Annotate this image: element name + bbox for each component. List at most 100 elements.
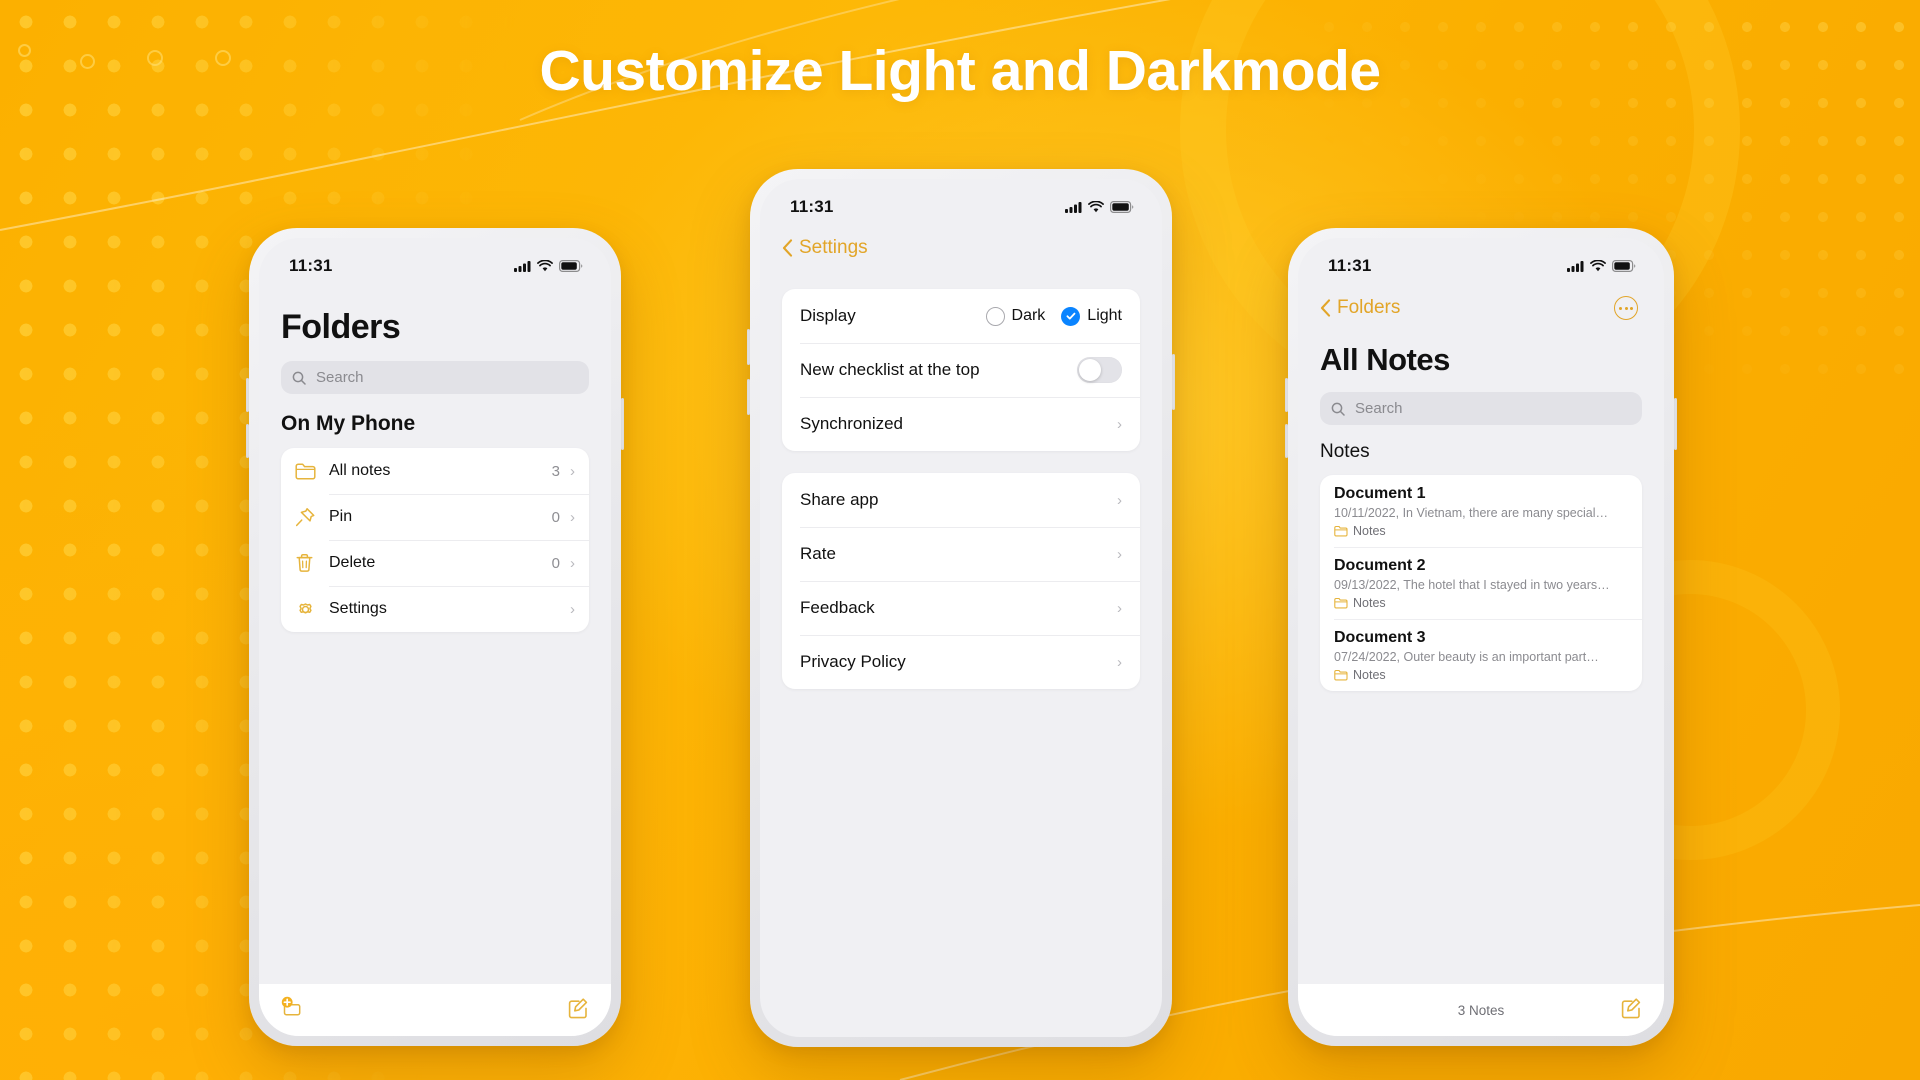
power-button[interactable] (621, 398, 624, 450)
list-item-count: 3 (551, 462, 560, 480)
settings-group-general: Share app › Rate › Feedback › Privacy Po… (782, 473, 1140, 689)
settings-row-label: Privacy Policy (800, 652, 906, 671)
signal-bars-icon (514, 261, 531, 272)
list-item-delete[interactable]: Delete 0 › (281, 540, 589, 586)
radio-option-light[interactable]: Light (1061, 306, 1122, 326)
settings-row-display[interactable]: Display Dark Light (782, 289, 1140, 343)
folder-icon (1334, 525, 1348, 537)
compose-icon[interactable] (565, 995, 591, 1026)
add-folder-icon[interactable] (279, 995, 305, 1026)
settings-row-rate[interactable]: Rate › (782, 527, 1140, 581)
note-title: Document 3 (1334, 629, 1426, 646)
settings-row-synchronized[interactable]: Synchronized › (782, 397, 1140, 451)
search-placeholder: Search (1355, 400, 1403, 417)
settings-row-privacy-policy[interactable]: Privacy Policy › (782, 635, 1140, 689)
bottom-toolbar (259, 984, 611, 1036)
status-time: 11:31 (1328, 256, 1372, 275)
list-item-pin[interactable]: Pin 0 › (281, 494, 589, 540)
chevron-left-icon (1320, 299, 1331, 317)
settings-row-share-app[interactable]: Share app › (782, 473, 1140, 527)
note-title: Document 1 (1334, 485, 1426, 502)
chevron-right-icon: › (1117, 491, 1122, 509)
signal-bars-icon (1567, 261, 1584, 272)
navigation-bar: Folders (1298, 280, 1664, 320)
more-options-icon[interactable] (1614, 296, 1638, 320)
chevron-right-icon: › (570, 508, 575, 526)
status-bar: 11:31 (1298, 238, 1664, 280)
phone-screen-folders: 11:31 Folders Search On My Phone All not… (259, 238, 611, 1036)
status-icons (1567, 260, 1636, 272)
status-time: 11:31 (790, 197, 834, 216)
back-label: Settings (799, 237, 868, 258)
wifi-icon (537, 260, 553, 272)
folders-list: All notes 3 › Pin 0 › Delete 0 › Setting… (281, 448, 589, 632)
check-icon (1066, 312, 1076, 320)
back-button-settings[interactable]: Settings (782, 237, 868, 259)
battery-icon (559, 260, 583, 272)
power-button[interactable] (1674, 398, 1677, 450)
note-folder: Notes (1334, 596, 1628, 610)
list-item-count: 0 (551, 508, 560, 526)
list-item-label: Settings (329, 600, 387, 617)
back-button-folders[interactable]: Folders (1320, 297, 1400, 319)
note-subtitle: 09/13/2022, The hotel that I stayed in t… (1334, 578, 1610, 592)
search-input[interactable]: Search (281, 361, 589, 394)
volume-down-button[interactable] (246, 424, 249, 458)
radio-option-dark[interactable]: Dark (985, 306, 1046, 326)
status-time: 11:31 (289, 256, 333, 275)
phone-screen-settings: 11:31 Settings Display Dark Light New ch… (760, 179, 1162, 1037)
radio-label-light: Light (1087, 307, 1122, 324)
radio-dot-light-checked (1061, 306, 1081, 326)
chevron-right-icon: › (1117, 545, 1122, 563)
chevron-right-icon: › (570, 462, 575, 480)
folders-header: Folders (259, 308, 611, 347)
note-folder-label: Notes (1353, 524, 1386, 538)
bottom-toolbar: 3 Notes (1298, 984, 1664, 1036)
chevron-left-icon (782, 239, 793, 257)
settings-row-feedback[interactable]: Feedback › (782, 581, 1140, 635)
volume-up-button[interactable] (1285, 378, 1288, 412)
chevron-right-icon: › (570, 554, 575, 572)
volume-down-button[interactable] (747, 379, 750, 415)
list-item-all-notes[interactable]: All notes 3 › (281, 448, 589, 494)
list-item-document-3[interactable]: Document 3 07/24/2022, Outer beauty is a… (1320, 619, 1642, 691)
list-item-count: 0 (551, 554, 560, 572)
list-item-settings[interactable]: Settings › (281, 586, 589, 632)
notes-list: Document 1 10/11/2022, In Vietnam, there… (1320, 475, 1642, 691)
pin-icon (295, 507, 329, 527)
volume-down-button[interactable] (1285, 424, 1288, 458)
power-button[interactable] (1172, 354, 1175, 410)
phone-mockup-settings: 11:31 Settings Display Dark Light New ch… (747, 169, 1175, 1047)
search-input[interactable]: Search (1320, 392, 1642, 425)
note-subtitle: 10/11/2022, In Vietnam, there are many s… (1334, 506, 1609, 520)
list-item-label: Delete (329, 554, 376, 571)
page-heading: All Notes (1320, 342, 1450, 377)
folder-icon (295, 462, 329, 480)
search-icon (1331, 402, 1345, 416)
status-icons (1065, 201, 1134, 213)
volume-up-button[interactable] (747, 329, 750, 365)
toggle-new-checklist-at-top[interactable] (1077, 357, 1122, 383)
list-item-document-2[interactable]: Document 2 09/13/2022, The hotel that I … (1320, 547, 1642, 619)
settings-row-label: Rate (800, 544, 836, 563)
section-label-on-my-phone: On My Phone (281, 412, 416, 435)
wifi-icon (1088, 201, 1104, 213)
search-placeholder: Search (316, 369, 364, 386)
settings-row-label: Feedback (800, 598, 875, 617)
gear-icon (295, 599, 329, 620)
volume-up-button[interactable] (246, 378, 249, 412)
battery-icon (1612, 260, 1636, 272)
list-item-document-1[interactable]: Document 1 10/11/2022, In Vietnam, there… (1320, 475, 1642, 547)
note-folder: Notes (1334, 524, 1628, 538)
list-item-label: Pin (329, 508, 353, 525)
page-title: Customize Light and Darkmode (539, 39, 1381, 103)
signal-bars-icon (1065, 202, 1082, 213)
settings-row-new-checklist[interactable]: New checklist at the top (782, 343, 1140, 397)
compose-icon[interactable] (1618, 995, 1644, 1026)
status-icons (514, 260, 583, 272)
note-title: Document 2 (1334, 557, 1426, 574)
status-bar: 11:31 (760, 179, 1162, 221)
phone-mockup-all-notes: 11:31 Folders All Notes Search Notes Doc… (1285, 228, 1677, 1046)
radio-label-dark: Dark (1011, 307, 1046, 324)
chevron-right-icon: › (1117, 599, 1122, 617)
